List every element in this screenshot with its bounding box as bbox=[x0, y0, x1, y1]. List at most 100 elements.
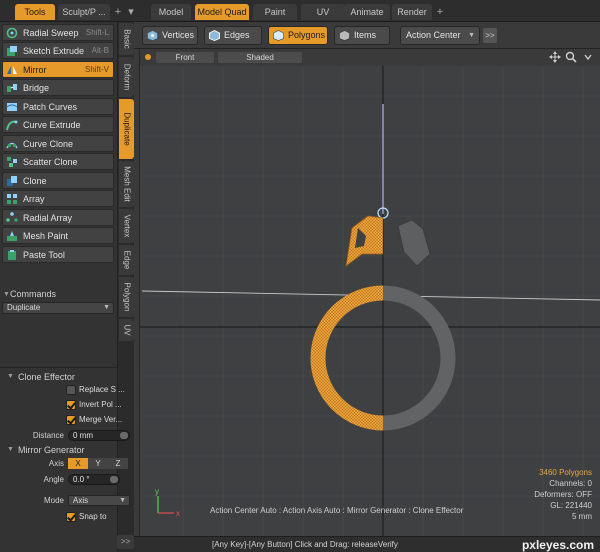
tool-label: Array bbox=[23, 194, 45, 204]
tool-mirror[interactable]: Mirror Shift-V bbox=[2, 61, 114, 78]
tab-animate[interactable]: Animate bbox=[344, 4, 390, 20]
tab-model[interactable]: Model bbox=[151, 4, 191, 20]
side-tab-vertex[interactable]: Vertex bbox=[119, 209, 134, 243]
chevron-down-icon: ▼ bbox=[468, 32, 475, 39]
polygon-count: 3460 Polygons bbox=[539, 468, 592, 477]
mesh-paint-icon bbox=[7, 231, 17, 241]
curve-extrude-icon bbox=[6, 120, 18, 131]
tool-radial-sweep[interactable]: Radial Sweep Shift-L bbox=[2, 24, 114, 41]
axis-x-label: x bbox=[176, 509, 180, 518]
pan-move-icon[interactable] bbox=[549, 51, 561, 63]
commands-header[interactable]: ▼ Commands bbox=[0, 288, 117, 301]
tool-sketch-extrude[interactable]: Sketch Extrude Alt-B bbox=[2, 42, 114, 59]
side-tab-label: Vertex bbox=[122, 214, 131, 238]
side-tab-mesh-edit[interactable]: Mesh Edit bbox=[119, 161, 134, 207]
add-left-tab-icon[interactable]: + bbox=[112, 4, 124, 20]
side-tab-deform[interactable]: Deform bbox=[119, 57, 134, 97]
tool-label: Bridge bbox=[23, 83, 50, 93]
side-tab-duplicate[interactable]: Duplicate bbox=[119, 99, 134, 159]
shading-mode-button[interactable]: Shaded bbox=[218, 52, 302, 63]
edges-mode-button[interactable]: Edges bbox=[204, 26, 262, 45]
axis-y-button[interactable]: Y bbox=[88, 458, 108, 469]
axis-label: Axis bbox=[48, 459, 64, 468]
tool-array[interactable]: Array bbox=[2, 190, 114, 207]
tool-patch-curves[interactable]: Patch Curves bbox=[2, 98, 114, 115]
angle-value: 0.0 ° bbox=[73, 475, 90, 484]
tab-uv[interactable]: UV bbox=[301, 4, 345, 20]
viewport-canvas[interactable]: y x bbox=[140, 66, 600, 536]
tool-mesh-paint[interactable]: Mesh Paint bbox=[2, 227, 114, 244]
side-tab-label: Edge bbox=[122, 250, 131, 270]
tab-sculpt-paint[interactable]: Sculpt/P ... bbox=[58, 4, 110, 20]
mode-label: Mode bbox=[43, 496, 64, 505]
side-tab-label: Deform bbox=[122, 63, 131, 91]
polygons-mode-button[interactable]: Polygons bbox=[268, 26, 328, 45]
commands-selected: Duplicate bbox=[7, 303, 41, 312]
tool-label: Sketch Extrude bbox=[23, 46, 85, 56]
angle-field[interactable]: 0.0 ° bbox=[68, 474, 120, 485]
tool-curve-clone[interactable]: Curve Clone bbox=[2, 135, 114, 152]
action-center-dropdown[interactable]: Action Center ▼ bbox=[400, 26, 480, 45]
expand-panel-button[interactable]: >> bbox=[117, 535, 134, 549]
snap-to-checkbox[interactable]: Snap to bbox=[66, 511, 132, 523]
action-center-label: Action Center bbox=[406, 30, 461, 40]
mode-label: Vertices bbox=[162, 30, 195, 40]
tool-label: Paste Tool bbox=[23, 250, 65, 260]
side-tab-label: Duplicate bbox=[122, 112, 131, 146]
mirror-generator-header[interactable]: ▼ Mirror Generator bbox=[0, 444, 117, 456]
tool-properties-panel: ▼ Clone Effector Replace S ... Invert Po… bbox=[0, 367, 130, 552]
viewport-options-chevron-icon[interactable] bbox=[582, 51, 594, 63]
tool-paste-tool[interactable]: Paste Tool bbox=[2, 246, 114, 263]
axis-orientation-icon bbox=[157, 496, 174, 514]
spinner-icon[interactable] bbox=[120, 432, 128, 439]
viewport-menu-icon[interactable] bbox=[145, 54, 151, 60]
angle-label: Angle bbox=[43, 475, 64, 484]
add-layout-tab-icon[interactable]: + bbox=[434, 4, 446, 20]
tool-label: Curve Clone bbox=[23, 139, 74, 149]
scatter-clone-icon bbox=[7, 157, 17, 167]
side-tab-strip: Basic Deform Duplicate Mesh Edit Vertex … bbox=[117, 22, 134, 552]
tool-scatter-clone[interactable]: Scatter Clone bbox=[2, 153, 114, 170]
mode-dropdown[interactable]: Axis ▼ bbox=[68, 495, 130, 506]
chevron-down-icon: ▼ bbox=[103, 304, 110, 311]
commands-dropdown[interactable]: Duplicate ▼ bbox=[2, 302, 114, 314]
side-tab-label: Polygon bbox=[122, 282, 131, 312]
zoom-search-icon[interactable] bbox=[565, 51, 577, 63]
mode-value: Axis bbox=[73, 496, 89, 505]
clone-effector-header[interactable]: ▼ Clone Effector bbox=[0, 371, 117, 383]
side-tab-polygon[interactable]: Polygon bbox=[119, 277, 134, 317]
tool-curve-extrude[interactable]: Curve Extrude bbox=[2, 116, 114, 133]
axis-y-label: y bbox=[155, 487, 159, 496]
side-tab-uv[interactable]: UV bbox=[119, 319, 134, 341]
tool-radial-array[interactable]: Radial Array bbox=[2, 209, 114, 226]
tool-clone[interactable]: Clone bbox=[2, 172, 114, 189]
items-mode-button[interactable]: Items bbox=[334, 26, 390, 45]
left-tab-menu-icon[interactable]: ▾ bbox=[125, 4, 137, 20]
more-tools-button[interactable]: >> bbox=[483, 28, 497, 43]
distance-field[interactable]: 0 mm bbox=[68, 430, 130, 441]
checkbox-checked-icon bbox=[66, 415, 76, 425]
viewport-stats: 3460 Polygons Channels: 0 Deformers: OFF… bbox=[534, 467, 592, 522]
tab-paint[interactable]: Paint bbox=[253, 4, 297, 20]
spinner-icon[interactable] bbox=[110, 476, 118, 483]
replace-source-checkbox[interactable]: Replace S ... bbox=[66, 384, 132, 396]
selection-mode-toolbar: Vertices Edges Polygons Items Action Cen… bbox=[134, 22, 600, 49]
tool-label: Patch Curves bbox=[23, 102, 78, 112]
merge-vertices-checkbox[interactable]: Merge Ver... bbox=[66, 414, 132, 426]
side-tab-basic[interactable]: Basic bbox=[119, 23, 134, 55]
tab-tools[interactable]: Tools bbox=[15, 4, 55, 20]
tab-render[interactable]: Render bbox=[392, 4, 432, 20]
side-tab-label: Basic bbox=[122, 29, 131, 49]
checkbox-off-icon bbox=[66, 385, 76, 395]
side-tab-edge[interactable]: Edge bbox=[119, 245, 134, 275]
gl-count: GL: 221440 bbox=[550, 501, 592, 510]
tab-model-quad[interactable]: Model Quad bbox=[195, 4, 249, 20]
3d-viewport[interactable]: Front Shaded y x Action Center Auto: Ac… bbox=[139, 49, 600, 536]
vertices-mode-button[interactable]: Vertices bbox=[142, 26, 198, 45]
tool-bridge[interactable]: Bridge bbox=[2, 79, 114, 96]
collapse-triangle-icon: ▼ bbox=[3, 291, 10, 298]
view-type-button[interactable]: Front bbox=[156, 52, 214, 63]
invert-polygons-checkbox[interactable]: Invert Pol ... bbox=[66, 399, 132, 411]
axis-z-button[interactable]: Z bbox=[108, 458, 128, 469]
axis-x-button[interactable]: X bbox=[68, 458, 88, 469]
